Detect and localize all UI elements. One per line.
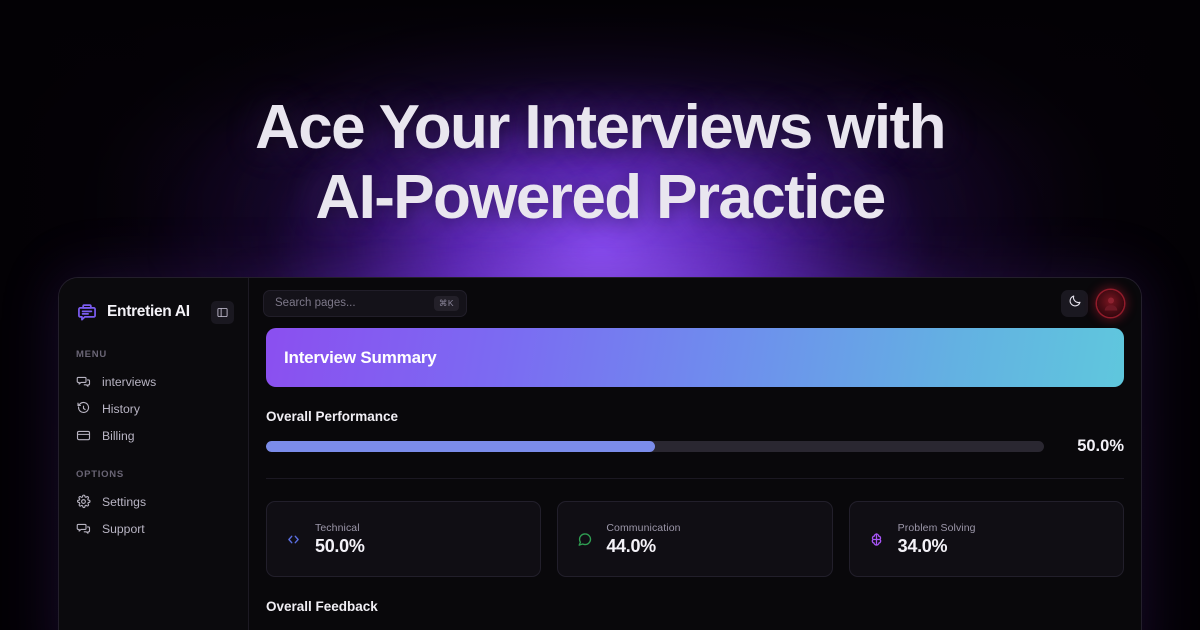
avatar[interactable] <box>1097 289 1124 317</box>
brand-name: Entretien AI <box>107 303 190 320</box>
overall-feedback-section: Overall Feedback <box>266 599 1124 614</box>
chat-bubbles-icon <box>76 521 91 536</box>
credit-card-icon <box>76 428 91 443</box>
score-card-value: 34.0% <box>897 535 948 556</box>
score-card-value: 44.0% <box>606 535 656 556</box>
sidebar-toggle-icon[interactable] <box>211 300 234 324</box>
section-divider <box>266 478 1124 479</box>
sidebar-item-label: Support <box>102 521 145 536</box>
main-area: ⌘K <box>249 278 1141 630</box>
hero-headline-line-1: Ace Your Interviews with <box>255 93 946 162</box>
hero-headline: Ace Your Interviews with AI-Powered Prac… <box>0 96 1200 230</box>
score-card-problem-solving: Problem Solving 34.0% <box>848 501 1124 577</box>
app-window: Entretien AI MENU interviews History Bil… <box>58 277 1142 630</box>
sidebar-item-support[interactable]: Support <box>59 515 248 542</box>
theme-toggle-button[interactable] <box>1061 289 1088 317</box>
chat-bubble-icon <box>576 531 593 548</box>
hero-headline-line-2: AI-Powered Practice <box>315 163 886 232</box>
score-card-label: Technical <box>315 521 360 534</box>
overall-performance-value: 50.0% <box>1077 437 1124 455</box>
sidebar-group-label: OPTIONS <box>76 469 125 480</box>
score-card-communication: Communication 44.0% <box>557 501 833 577</box>
sidebar-item-label: Billing <box>102 428 135 443</box>
content-area: Interview Summary Overall Performance 50… <box>249 328 1141 630</box>
page-stage: Ace Your Interviews with AI-Powered Prac… <box>0 0 1200 630</box>
overall-performance-row: 50.0% <box>266 437 1124 456</box>
progress-bar-track <box>266 441 1044 452</box>
banner-title: Interview Summary <box>284 347 437 367</box>
chat-bubbles-icon <box>76 374 91 389</box>
overall-performance-section: Overall Performance 50.0% <box>266 387 1124 456</box>
sidebar-item-billing[interactable]: Billing <box>59 422 248 449</box>
sidebar-group-label: MENU <box>76 349 107 360</box>
score-card-label: Problem Solving <box>897 521 976 534</box>
sidebar-item-label: interviews <box>102 374 157 389</box>
code-brackets-icon <box>285 531 302 548</box>
search-shortcut-badge: ⌘K <box>433 295 459 311</box>
sidebar-item-interviews[interactable]: interviews <box>59 368 248 395</box>
sidebar-item-history[interactable]: History <box>59 395 248 422</box>
sidebar: Entretien AI MENU interviews History Bil… <box>59 278 249 630</box>
topbar-actions <box>1061 289 1124 317</box>
sidebar-item-settings[interactable]: Settings <box>59 488 248 515</box>
score-cards: Technical 50.0% Communication 44.0% Prob… <box>266 501 1124 577</box>
history-clock-icon <box>76 401 91 416</box>
overall-feedback-label: Overall Feedback <box>266 599 378 614</box>
moon-icon <box>1068 294 1082 313</box>
sidebar-group-menu: MENU interviews History Billing <box>59 349 248 449</box>
search-input[interactable] <box>275 297 428 309</box>
user-avatar <box>1104 297 1117 311</box>
sidebar-item-label: History <box>102 401 140 416</box>
sidebar-item-label: Settings <box>102 494 147 509</box>
interview-summary-banner: Interview Summary <box>266 328 1124 387</box>
topbar: ⌘K <box>249 278 1141 328</box>
briefcase-chat-icon <box>76 301 98 323</box>
score-card-technical: Technical 50.0% <box>266 501 542 577</box>
brand[interactable]: Entretien AI <box>59 298 248 326</box>
overall-performance-label: Overall Performance <box>266 409 399 424</box>
sidebar-group-options: OPTIONS Settings Support <box>59 469 248 542</box>
search-bar[interactable]: ⌘K <box>263 289 467 317</box>
progress-bar-fill <box>266 441 655 452</box>
brain-icon <box>868 531 885 548</box>
score-card-value: 50.0% <box>315 535 365 556</box>
gear-icon <box>76 494 91 509</box>
score-card-label: Communication <box>606 521 681 534</box>
